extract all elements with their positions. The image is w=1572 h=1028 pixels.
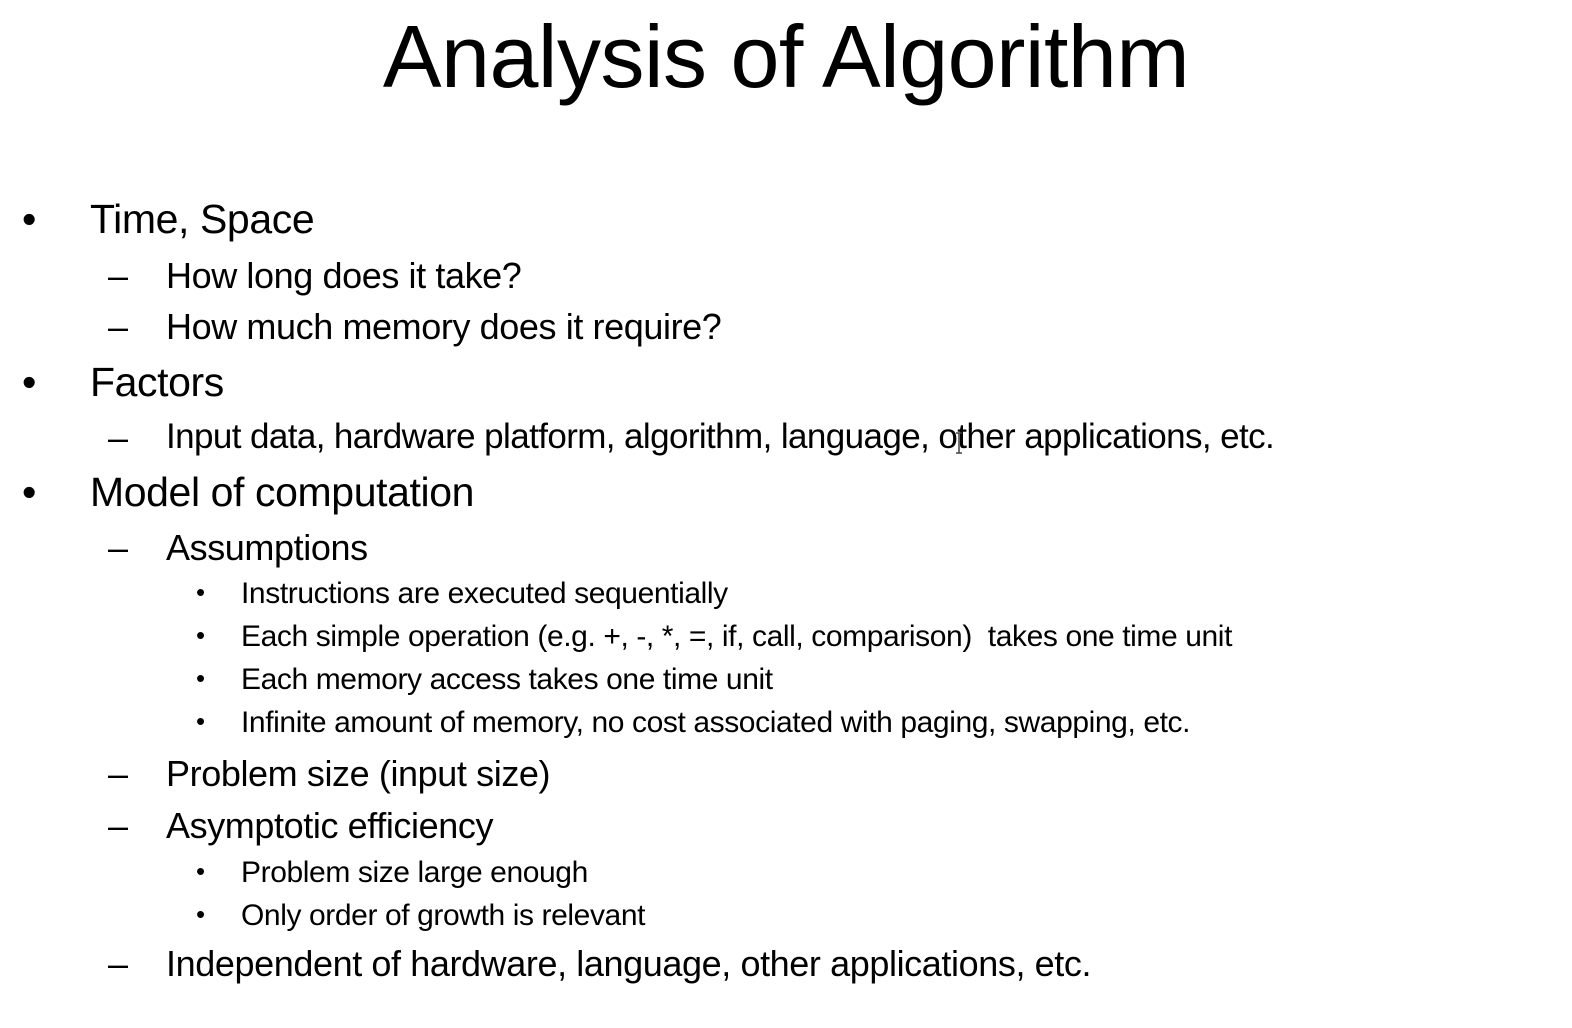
dash-icon: – — [108, 417, 128, 458]
dash-icon: – — [108, 753, 128, 794]
bullet-icon: • — [196, 706, 205, 736]
sub-sub-bullet-text: Instructions are executed sequentially — [241, 577, 728, 610]
text-cursor-icon — [955, 432, 963, 454]
bullet-icon: • — [196, 856, 205, 886]
dash-icon: – — [108, 255, 128, 296]
sub-bullet-text: Asymptotic efficiency — [166, 805, 494, 846]
bullet-icon: • — [22, 469, 36, 515]
bullet-text: Time, Space — [90, 196, 315, 242]
bullet-text: Model of computation — [90, 469, 475, 515]
sub-bullet-text: Input data, hardware platform, algorithm… — [166, 417, 1275, 456]
sub-sub-bullet-text: Only order of growth is relevant — [241, 899, 646, 932]
dash-icon: – — [108, 306, 128, 347]
dash-icon: – — [108, 805, 128, 846]
bullet-icon: • — [196, 577, 205, 607]
bullet-icon: • — [22, 359, 36, 405]
sub-bullet-text: Problem size (input size) — [166, 753, 551, 794]
slide: Analysis of Algorithm • Time, Space – Ho… — [0, 0, 1572, 1028]
bullet-icon: • — [22, 196, 36, 242]
bullet-icon: • — [196, 620, 205, 650]
sub-sub-bullet-text: Each simple operation (e.g. +, -, *, =, … — [241, 620, 1233, 653]
slide-title: Analysis of Algorithm — [382, 7, 1190, 106]
bullet-icon: • — [196, 899, 205, 929]
dash-icon: – — [108, 943, 128, 984]
sub-sub-bullet-text: Infinite amount of memory, no cost assoc… — [241, 706, 1191, 739]
sub-sub-bullet-text: Problem size large enough — [241, 856, 588, 889]
sub-bullet-text: How long does it take? — [166, 255, 522, 296]
sub-bullet-text: Independent of hardware, language, other… — [166, 943, 1092, 984]
bullet-icon: • — [196, 663, 205, 693]
sub-sub-bullet-text: Each memory access takes one time unit — [241, 663, 773, 696]
bullet-text: Factors — [90, 359, 224, 405]
dash-icon: – — [108, 527, 128, 568]
sub-bullet-text: Assumptions — [166, 527, 368, 568]
sub-bullet-text: How much memory does it require? — [166, 306, 722, 347]
